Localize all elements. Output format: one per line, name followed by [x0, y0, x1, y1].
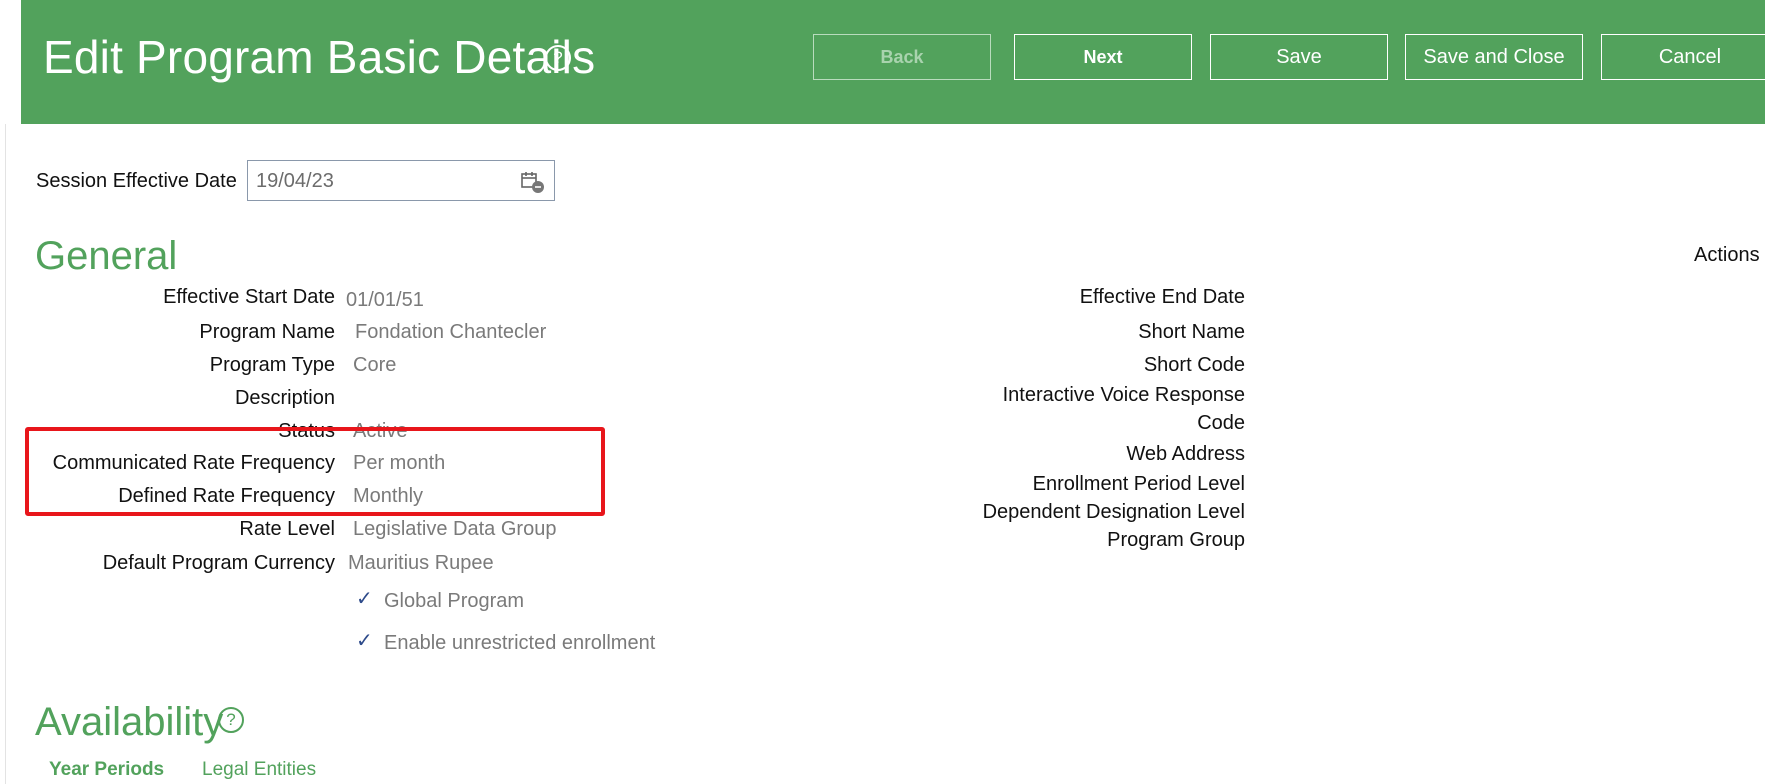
ivr-code-label-line1: Interactive Voice Response	[1002, 384, 1245, 406]
actions-menu[interactable]: Actions	[1694, 244, 1760, 267]
cancel-button[interactable]: Cancel	[1601, 34, 1765, 80]
description-label: Description	[234, 387, 335, 409]
checkmark-icon: ✓	[356, 630, 373, 652]
enrollment-period-level-label: Enrollment Period Level	[1032, 473, 1245, 495]
calendar-icon[interactable]	[520, 170, 546, 194]
status-label: Status	[278, 420, 335, 442]
save-button[interactable]: Save	[1210, 34, 1388, 80]
help-icon[interactable]: ?	[218, 707, 244, 733]
enable-unrestricted-enrollment-checkbox: Enable unrestricted enrollment	[384, 632, 656, 654]
program-name-value: Fondation Chantecler	[355, 321, 547, 343]
dependent-designation-level-label: Dependent Designation Level	[982, 501, 1245, 523]
general-section-title: General	[35, 234, 178, 278]
global-program-checkbox: Global Program	[384, 590, 525, 612]
short-code-label: Short Code	[1143, 354, 1245, 376]
default-program-currency-label: Default Program Currency	[102, 552, 335, 574]
availability-section-title: Availability	[35, 700, 224, 744]
rate-level-value: Legislative Data Group	[353, 518, 557, 540]
tab-year-periods[interactable]: Year Periods	[49, 759, 164, 781]
next-button[interactable]: Next	[1014, 34, 1192, 80]
rate-level-label: Rate Level	[239, 518, 335, 540]
tab-legal-entities[interactable]: Legal Entities	[202, 759, 316, 781]
status-value: Active	[353, 420, 408, 442]
effective-end-date-label: Effective End Date	[1079, 286, 1245, 308]
session-effective-date-field[interactable]	[247, 160, 555, 201]
program-type-value: Core	[353, 354, 397, 376]
page-title: Edit Program Basic Details	[43, 31, 596, 83]
effective-start-date-label: Effective Start Date	[163, 286, 335, 308]
program-type-label: Program Type	[209, 354, 335, 376]
defined-rate-frequency-value: Monthly	[353, 485, 424, 507]
communicated-rate-frequency-value: Per month	[353, 452, 446, 474]
checkmark-icon: ✓	[356, 588, 373, 610]
help-icon[interactable]: ?	[545, 45, 571, 71]
back-button[interactable]: Back	[813, 34, 991, 80]
session-effective-date-label: Session Effective Date	[36, 170, 237, 192]
web-address-label: Web Address	[1126, 443, 1245, 465]
defined-rate-frequency-label: Defined Rate Frequency	[118, 485, 335, 507]
program-group-label: Program Group	[1107, 529, 1245, 551]
default-program-currency-value: Mauritius Rupee	[348, 552, 494, 574]
program-name-label: Program Name	[199, 321, 335, 343]
page-header: Edit Program Basic Details ? Back Next S…	[21, 0, 1765, 124]
communicated-rate-frequency-label: Communicated Rate Frequency	[52, 452, 335, 474]
session-effective-date-input[interactable]	[256, 167, 506, 195]
effective-start-date-value: 01/01/51	[346, 289, 424, 311]
short-name-label: Short Name	[1138, 321, 1245, 343]
ivr-code-label-line2: Code	[1197, 412, 1245, 434]
save-and-close-button[interactable]: Save and Close	[1405, 34, 1583, 80]
